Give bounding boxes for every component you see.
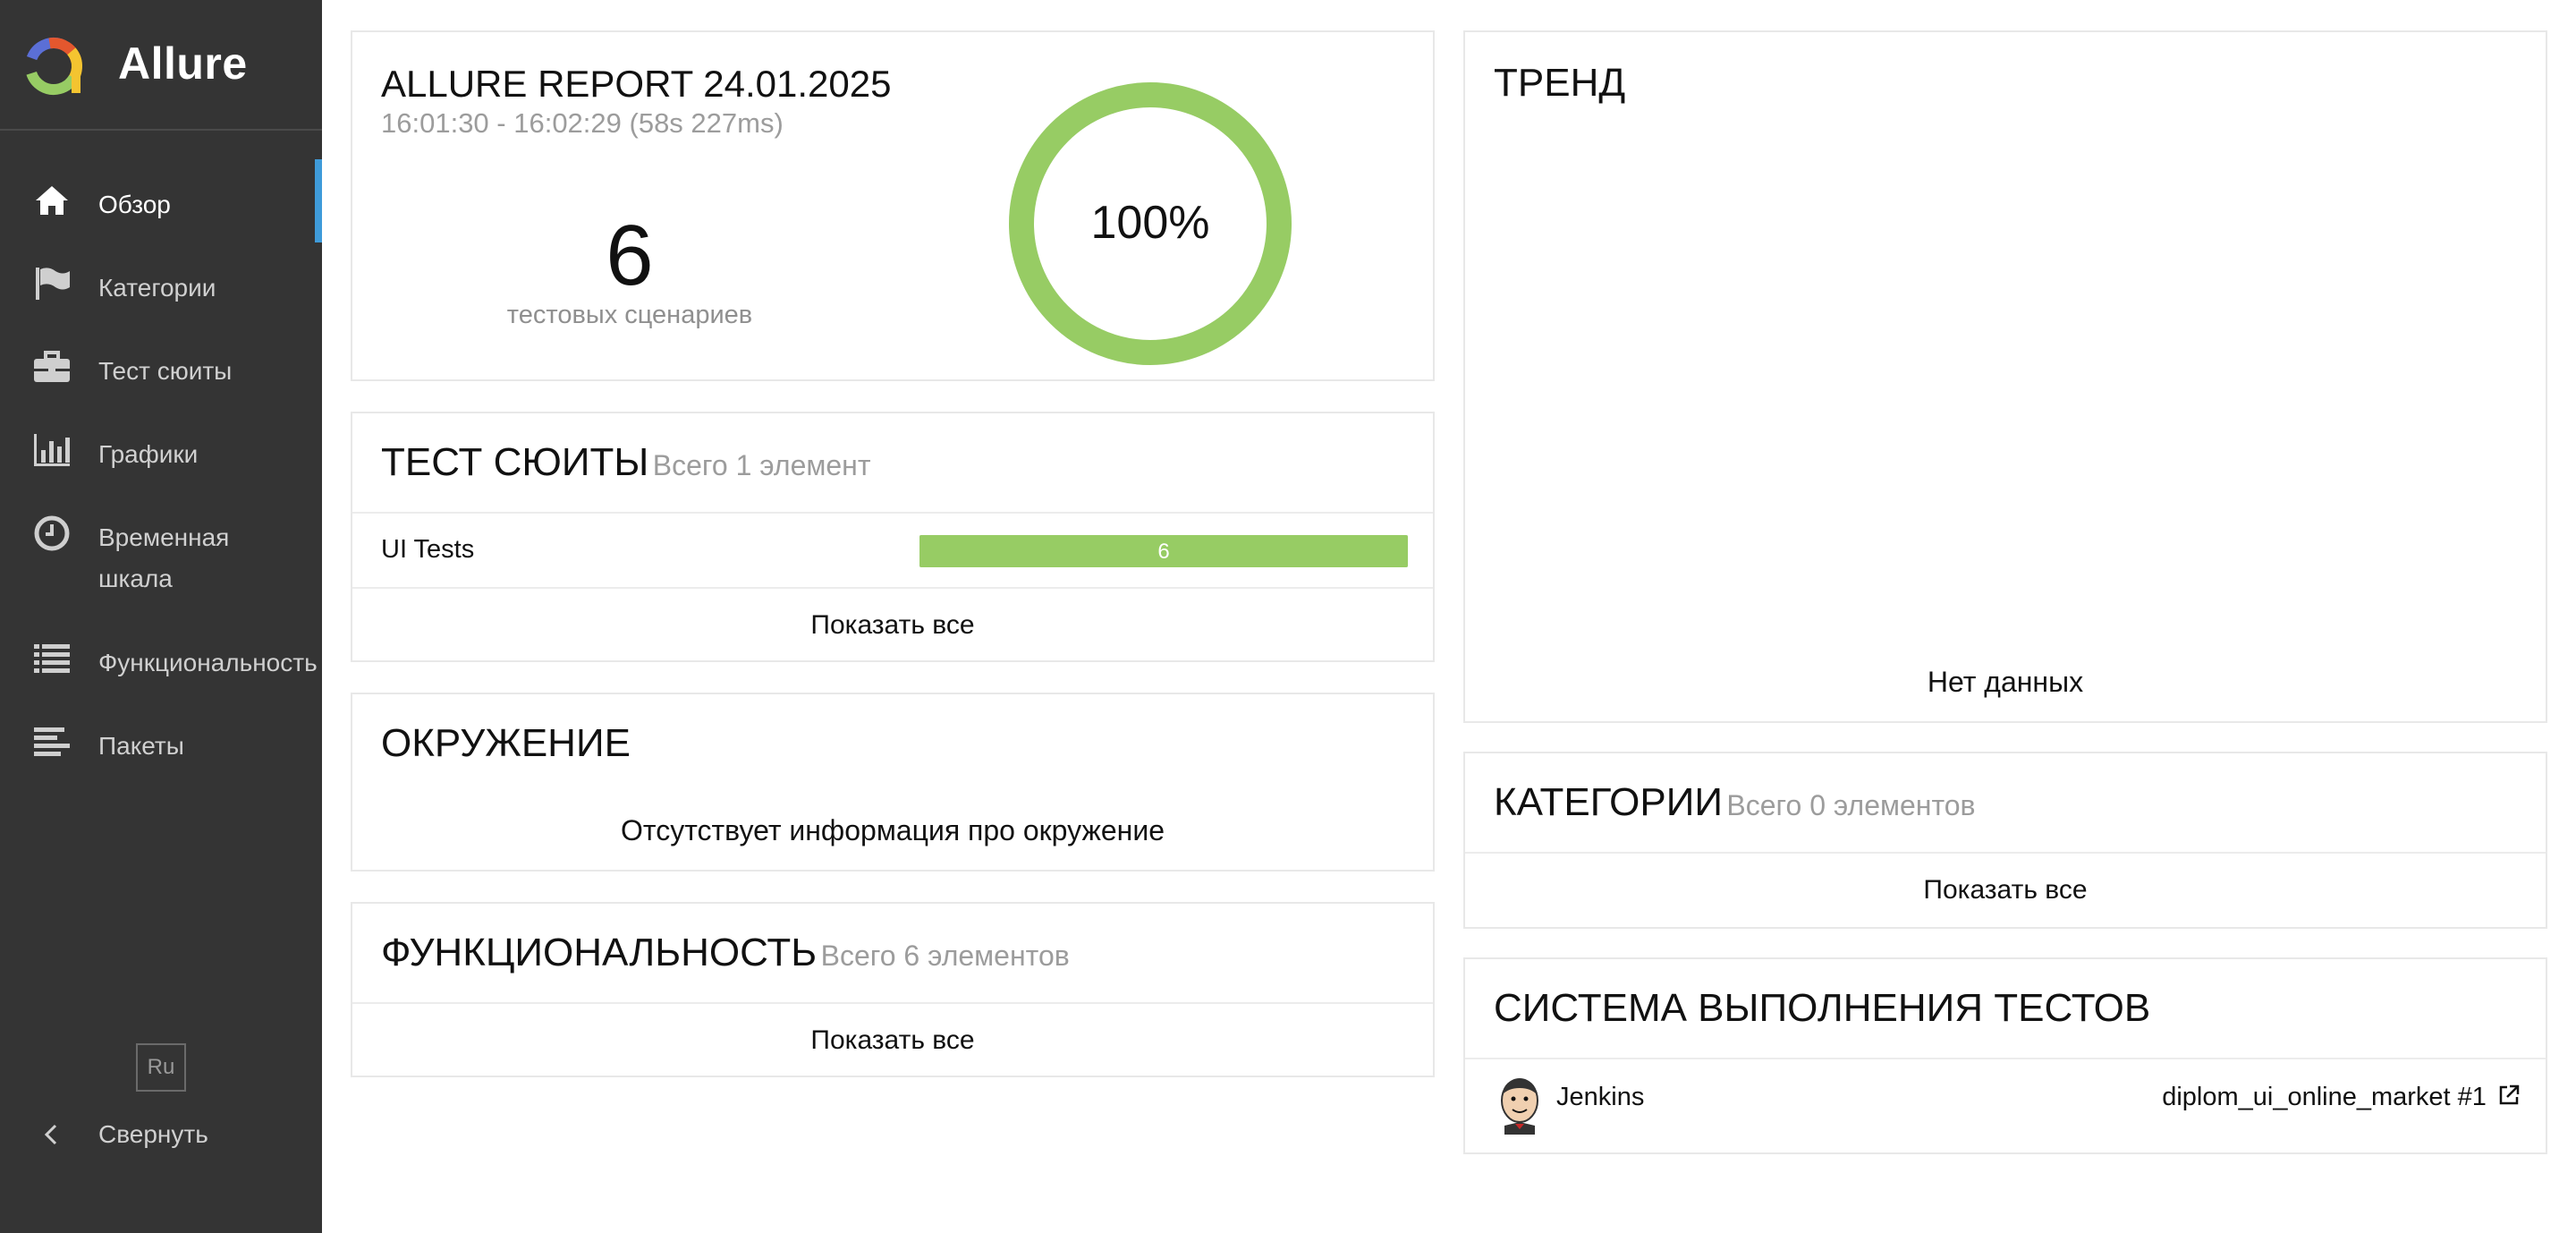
- sidebar-nav: Обзор Категории Тест сюиты Графики Време…: [0, 159, 322, 784]
- sidebar-item-label: Категории: [98, 274, 216, 302]
- executor-build-link[interactable]: diplom_ui_online_market #1: [2162, 1083, 2521, 1112]
- briefcase-icon: [34, 351, 70, 382]
- sidebar-item-suites[interactable]: Тест сюиты: [0, 326, 322, 409]
- executors-title: СИСТЕМА ВЫПОЛНЕНИЯ ТЕСТОВ: [1494, 986, 2151, 1030]
- jenkins-avatar-icon: [1501, 1078, 1538, 1135]
- report-time-range: 16:01:30 - 16:02:29 (58s 227ms): [381, 107, 784, 139]
- suites-title: ТЕСТ СЮИТЫ: [381, 440, 649, 484]
- pass-percent-label: 100%: [1091, 197, 1210, 249]
- executor-build-label: diplom_ui_online_market #1: [2162, 1083, 2487, 1111]
- sidebar-item-behaviors[interactable]: Функциональность: [0, 617, 322, 701]
- sidebar-item-label: Обзор: [98, 191, 171, 218]
- features-widget: ФУНКЦИОНАЛЬНОСТЬ Всего 6 элементов Показ…: [351, 902, 1435, 1077]
- home-icon: [36, 186, 68, 215]
- report-title: ALLURE REPORT 24.01.2025: [381, 63, 892, 105]
- sidebar-item-categories[interactable]: Категории: [0, 242, 322, 326]
- suite-progress-count: 6: [1157, 540, 1170, 564]
- brand-name: Allure: [118, 38, 248, 89]
- environment-title: ОКРУЖЕНИЕ: [381, 721, 631, 765]
- suites-count: Всего 1 элемент: [652, 449, 871, 481]
- clock-icon: [34, 515, 70, 551]
- bar-chart-icon: [34, 434, 70, 466]
- features-show-all-link[interactable]: Показать все: [352, 1025, 1433, 1056]
- sidebar-item-label: Пакеты: [98, 732, 184, 760]
- executor-name: Jenkins: [1556, 1083, 1645, 1111]
- executors-widget: СИСТЕМА ВЫПОЛНЕНИЯ ТЕСТОВ Jenkins diplom…: [1463, 957, 2547, 1154]
- suite-name: UI Tests: [381, 535, 475, 564]
- suite-progress-bar: 6: [919, 535, 1408, 567]
- allure-logo-icon: [25, 38, 82, 95]
- pass-rate-ring: 100%: [1009, 82, 1292, 365]
- environment-empty-text: Отсутствует информация про окружение: [621, 814, 1165, 846]
- collapse-label: Свернуть: [98, 1120, 208, 1148]
- sidebar-item-label: Графики: [98, 440, 199, 468]
- sidebar-item-label: Функциональность: [98, 649, 318, 676]
- trend-title: ТРЕНД: [1494, 61, 1626, 105]
- categories-title: КАТЕГОРИИ: [1494, 780, 1723, 824]
- table-row[interactable]: UI Tests 6: [352, 514, 1433, 587]
- suites-show-all-link[interactable]: Показать все: [352, 610, 1433, 641]
- list-icon: [34, 644, 70, 673]
- sidebar-item-graphs[interactable]: Графики: [0, 409, 322, 492]
- suites-widget: ТЕСТ СЮИТЫ Всего 1 элемент UI Tests 6 По…: [351, 412, 1435, 662]
- main-content: ALLURE REPORT 24.01.2025 16:01:30 - 16:0…: [322, 0, 2576, 1233]
- external-link-icon: [2499, 1084, 2520, 1105]
- features-count: Всего 6 элементов: [820, 940, 1070, 972]
- categories-show-all-link[interactable]: Показать все: [1465, 875, 2546, 906]
- environment-widget: ОКРУЖЕНИЕ Отсутствует информация про окр…: [351, 693, 1435, 872]
- language-button[interactable]: Ru: [136, 1043, 186, 1092]
- trend-empty-text: Нет данных: [1927, 666, 2084, 698]
- sidebar-item-label: Тест сюиты: [98, 357, 233, 385]
- sidebar-item-packages[interactable]: Пакеты: [0, 701, 322, 784]
- chevron-left-icon: [44, 1124, 57, 1145]
- categories-count: Всего 0 элементов: [1726, 789, 1976, 821]
- sidebar-item-label: Временная шкала: [98, 523, 230, 592]
- sidebar-item-timeline[interactable]: Временная шкала: [0, 492, 322, 617]
- brand: Allure: [0, 0, 322, 131]
- suites-header: ТЕСТ СЮИТЫ Всего 1 элемент: [381, 440, 870, 485]
- sidebar: Allure Обзор Категории Тест сюиты График…: [0, 0, 322, 1233]
- categories-widget: КАТЕГОРИИ Всего 0 элементов Показать все: [1463, 752, 2547, 929]
- features-title: ФУНКЦИОНАЛЬНОСТЬ: [381, 931, 818, 974]
- align-left-icon: [34, 727, 70, 756]
- trend-widget: ТРЕНД Нет данных: [1463, 30, 2547, 723]
- collapse-button[interactable]: Свернуть: [0, 1110, 322, 1160]
- sidebar-item-overview[interactable]: Обзор: [0, 159, 322, 242]
- summary-widget: ALLURE REPORT 24.01.2025 16:01:30 - 16:0…: [351, 30, 1435, 381]
- features-header: ФУНКЦИОНАЛЬНОСТЬ Всего 6 элементов: [381, 931, 1070, 975]
- test-count: 6: [606, 208, 654, 303]
- categories-header: КАТЕГОРИИ Всего 0 элементов: [1494, 780, 1976, 825]
- flag-icon: [36, 268, 70, 300]
- test-count-label: тестовых сценариев: [506, 301, 753, 329]
